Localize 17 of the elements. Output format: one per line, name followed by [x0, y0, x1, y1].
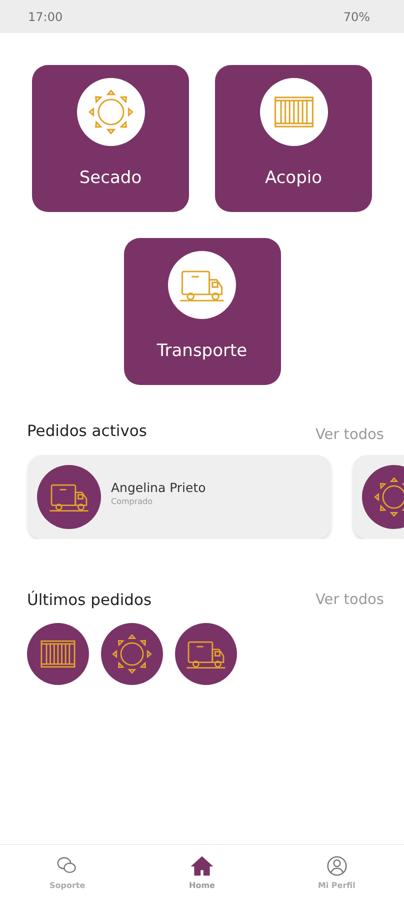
status-time: 17:00	[28, 10, 63, 24]
service-tile[interactable]: Transporte	[124, 238, 280, 385]
home-icon	[190, 855, 213, 877]
nav-tab[interactable]: Soporte	[27, 854, 108, 891]
order-card[interactable]: Angelina Prieto Comprado	[28, 455, 331, 539]
nav-tab[interactable]: Mi Perfil	[296, 854, 377, 891]
see-all-link[interactable]: Ver todos	[316, 592, 384, 608]
section-title: Últimos pedidos	[27, 591, 152, 609]
profile-icon	[326, 855, 348, 877]
nav-tab[interactable]: Home	[162, 854, 242, 891]
customer-name: Angelina Prieto	[111, 480, 206, 495]
see-all-link[interactable]: Ver todos	[316, 427, 384, 443]
battery-level: 70%	[343, 10, 370, 24]
service-tile[interactable]: Acopio	[215, 65, 372, 212]
service-tile[interactable]: Secado	[32, 65, 189, 212]
section-title: Pedidos activos	[27, 422, 147, 440]
order-status: Comprado	[111, 497, 154, 506]
